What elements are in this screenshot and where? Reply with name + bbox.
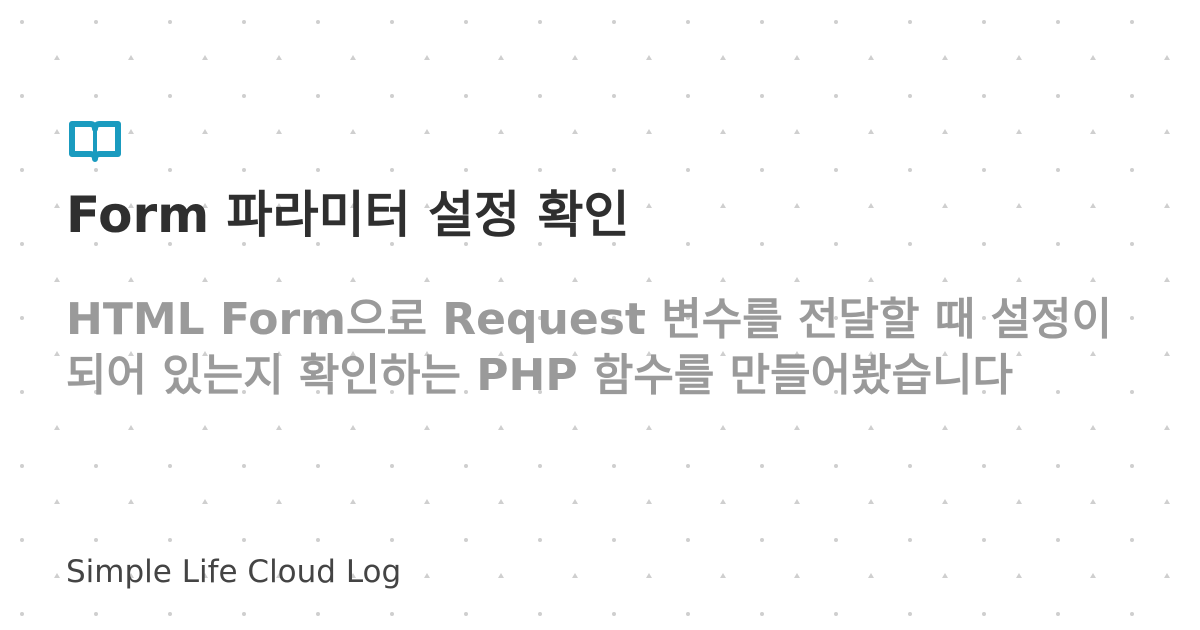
title-card: Form 파라미터 설정 확인 HTML Form으로 Request 변수를 … [0,0,1200,630]
site-name: Simple Life Cloud Log [66,554,402,590]
open-book-icon [69,121,121,162]
post-title: Form 파라미터 설정 확인 [66,186,630,244]
post-description-line: HTML Form으로 Request 변수를 전달할 때 설정이 [66,294,1112,345]
post-description: HTML Form으로 Request 변수를 전달할 때 설정이 되어 있는지… [66,292,1176,404]
post-description-line: 되어 있는지 확인하는 PHP 함수를 만들어봤습니다 [66,350,1014,401]
